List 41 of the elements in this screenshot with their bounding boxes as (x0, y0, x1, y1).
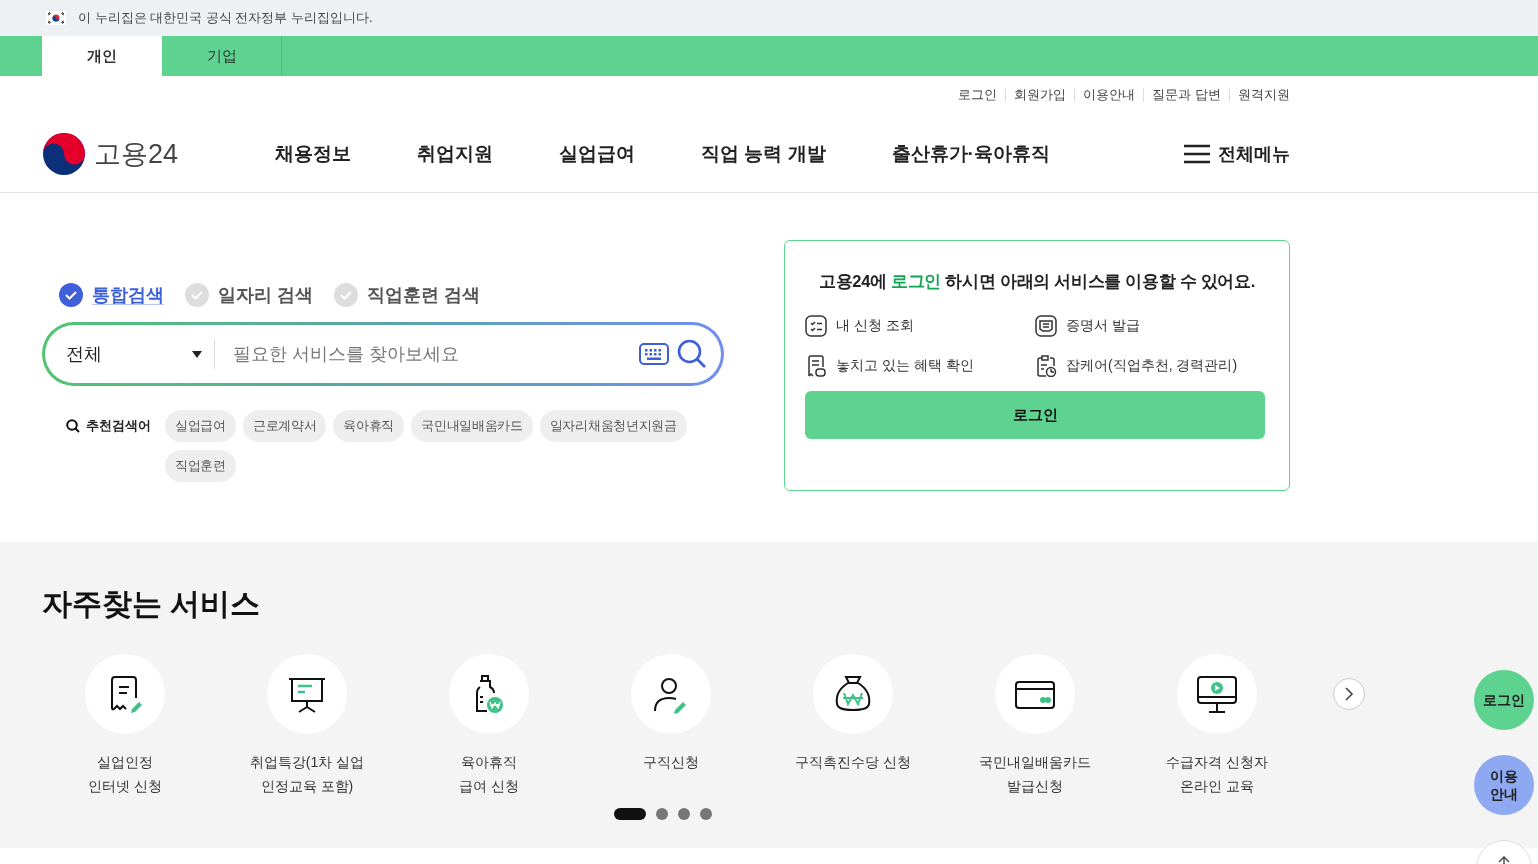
keyword-chip[interactable]: 국민내일배움카드 (411, 410, 533, 442)
category-dropdown[interactable]: 전체 (66, 339, 215, 369)
utility-link[interactable]: 원격지원 (1229, 88, 1290, 102)
gov-notice-text: 이 누리집은 대한민국 공식 전자정부 누리집입니다. (78, 9, 373, 27)
login-button[interactable]: 로그인 (805, 391, 1265, 439)
audience-tab[interactable]: 개인 (42, 36, 162, 76)
main-nav-link[interactable]: 실업급여 (559, 141, 635, 167)
utility-link[interactable]: 로그인 (950, 88, 1006, 102)
keyword-chip[interactable]: 육아휴직 (333, 410, 405, 442)
site-logo[interactable]: 고용24 (42, 132, 275, 176)
keyword-chip[interactable]: 근로계약서 (242, 410, 327, 442)
service-shortcut[interactable]: 국민내일배움카드 발급신청 (944, 654, 1126, 798)
main-nav-link[interactable]: 채용정보 (275, 141, 351, 167)
utility-link[interactable]: 질문과 답변 (1143, 88, 1229, 102)
service-feature-text: 잡케어(직업추천, 경력관리) (1066, 357, 1238, 375)
main-nav-link[interactable]: 취업지원 (417, 141, 493, 167)
keyword-chip[interactable]: 일자리채움청년지원금 (539, 410, 687, 442)
main-nav-link[interactable]: 출산휴가·육아휴직 (891, 141, 1050, 167)
service-shortcut[interactable]: 육아휴직 급여 신청 (398, 654, 580, 798)
service-shortcut[interactable]: 구직촉진수당 신청 (762, 654, 944, 774)
recommended-label: 추천검색어 (86, 417, 151, 435)
search-scope-tab[interactable]: 통합검색 (58, 282, 164, 308)
audience-tab[interactable]: 기업 (162, 36, 282, 76)
keyword-chip[interactable]: 직업훈련 (165, 450, 236, 482)
keyword-chip[interactable]: 실업급여 (165, 410, 236, 442)
utility-link[interactable]: 회원가입 (1005, 88, 1075, 102)
login-prompt-text: 고용24에 로그인 하시면 아래의 서비스를 이용할 수 있어요. (817, 271, 1257, 292)
search-scope-tab[interactable]: 일자리 검색 (184, 282, 313, 308)
search-scope-tab[interactable]: 직업훈련 검색 (333, 282, 481, 308)
service-feature-text: 내 신청 조회 (836, 317, 914, 335)
service-shortcut[interactable]: 취업특강(1차 실업 인정교육 포함) (216, 654, 398, 798)
search-field[interactable]: 전체 필요한 서비스를 찾아보세요 (42, 322, 724, 386)
section-title: 자주찾는 서비스 (42, 586, 262, 622)
service-feature-text: 놓치고 있는 혜택 확인 (836, 357, 974, 375)
service-shortcut[interactable]: 구직신청 (580, 654, 762, 774)
service-feature-text: 증명서 발급 (1066, 317, 1140, 335)
service-shortcut[interactable]: 수급자격 신청자 온라인 교육 (1126, 654, 1308, 798)
main-nav-link[interactable]: 직업 능력 개발 (701, 141, 826, 167)
service-shortcut[interactable]: 실업인정 인터넷 신청 (34, 654, 216, 798)
all-menu-button[interactable]: 전체메뉴 (1184, 142, 1290, 166)
utility-link[interactable]: 이용안내 (1074, 88, 1144, 102)
